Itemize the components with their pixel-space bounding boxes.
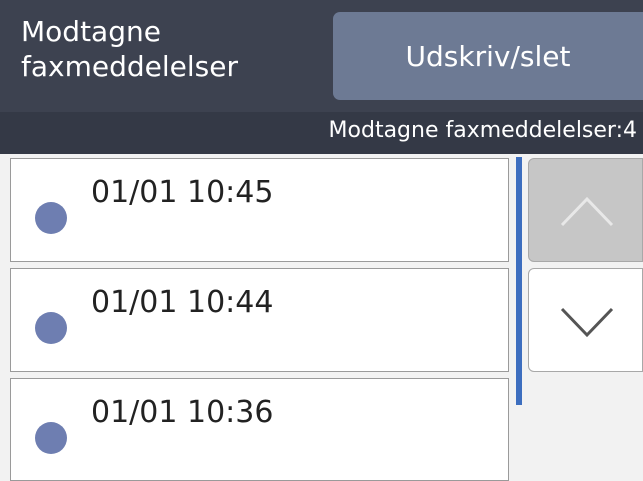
chevron-down-icon [560, 307, 614, 338]
scroll-down-button[interactable] [528, 268, 643, 372]
dot-icon [35, 422, 67, 454]
page-title: Modtagne faxmeddelelser [21, 14, 321, 84]
header: Modtagne faxmeddelelser Udskriv/slet [0, 0, 643, 112]
received-count-bar: Modtagne faxmeddelelser:4 [0, 112, 643, 154]
fax-list-item[interactable]: 01/01 10:45 [10, 158, 509, 262]
fax-time: 01/01 10:45 [91, 175, 274, 210]
print-delete-button[interactable]: Udskriv/slet [333, 12, 643, 100]
fax-list-item[interactable]: 01/01 10:36 [10, 378, 509, 481]
received-count-text: Modtagne faxmeddelelser:4 [328, 118, 637, 143]
dot-icon [35, 202, 67, 234]
fax-list: 01/01 10:45 01/01 10:44 01/01 10:36 [0, 154, 520, 481]
fax-time: 01/01 10:44 [91, 285, 274, 320]
page-title-line1: Modtagne [21, 15, 161, 48]
chevron-up-icon [560, 196, 614, 227]
fax-list-item[interactable]: 01/01 10:44 [10, 268, 509, 372]
page-title-line2: faxmeddelelser [21, 50, 238, 83]
scroll-up-button[interactable] [528, 158, 643, 262]
dot-icon [35, 312, 67, 344]
scrollbar[interactable] [516, 157, 522, 405]
fax-time: 01/01 10:36 [91, 395, 274, 430]
